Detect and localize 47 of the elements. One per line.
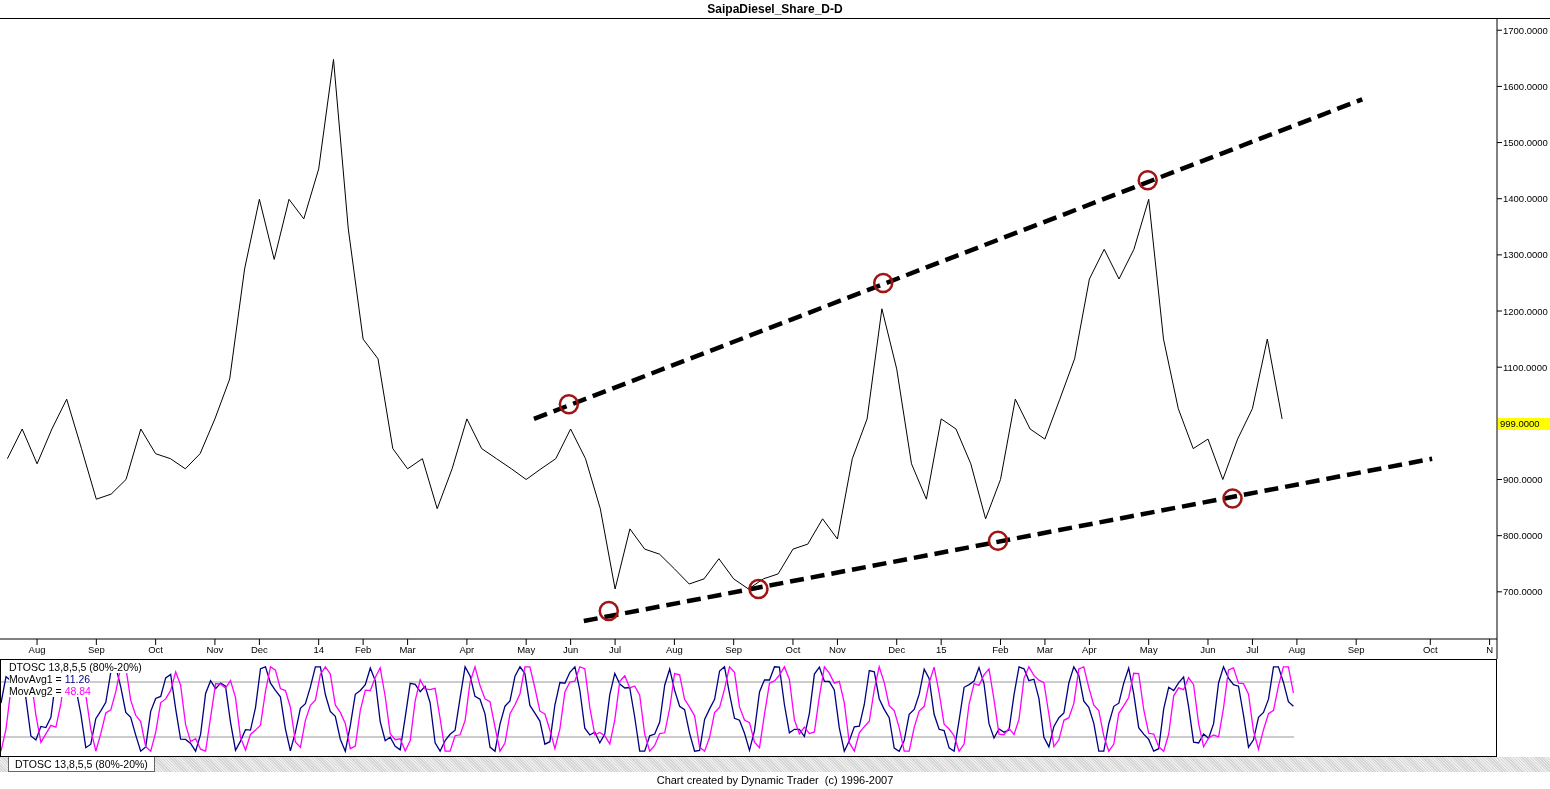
date-axis-label: 15: [935, 644, 947, 655]
date-axis-label: Dec: [888, 644, 906, 655]
footer-credit: Chart created by Dynamic Trader (c) 1996-2007: [656, 773, 894, 788]
legend-label: MovAvg2 =: [9, 685, 62, 697]
date-axis-label: Jul: [1246, 644, 1259, 655]
legend-value: 11.26: [64, 673, 91, 685]
date-axis-label: Feb: [354, 644, 372, 655]
price-axis-label: 1300.0000: [1503, 249, 1548, 261]
date-axis-label: Apr: [459, 644, 475, 655]
price-axis-label: 1500.0000: [1503, 137, 1548, 149]
date-axis-label: Jul: [609, 644, 622, 655]
date-axis-label: Sep: [725, 644, 743, 655]
date-axis-label: Sep: [1347, 644, 1365, 655]
price-axis-label: 800.0000: [1503, 530, 1543, 542]
date-axis-label: Oct: [148, 644, 163, 655]
price-axis-label: 1200.0000: [1503, 305, 1548, 317]
date-axis-label: 14: [313, 644, 324, 655]
date-axis-label: Nov: [829, 644, 846, 655]
date-axis-label: May: [517, 644, 536, 655]
date-axis-label: Mar: [1036, 644, 1054, 655]
date-axis-label: Aug: [28, 644, 46, 655]
date-axis-label: Feb: [992, 644, 1009, 655]
price-axis-label: 700.0000: [1503, 586, 1543, 598]
date-axis-label: Mar: [399, 644, 416, 655]
date-axis-label: May: [1139, 644, 1158, 655]
date-axis-label: Aug: [1288, 644, 1306, 655]
date-axis-label: Dec: [250, 644, 268, 655]
indicator-name: DTOSC 13,8,5,5 (80%-20%): [9, 661, 142, 673]
price-axis-label: 1600.0000: [1503, 80, 1548, 92]
date-axis-label: Sep: [87, 644, 105, 655]
indicator-tab[interactable]: DTOSC 13,8,5,5 (80%-20%): [8, 757, 155, 772]
price-axis-label: 900.0000: [1503, 474, 1543, 485]
price-axis-label: 1400.0000: [1503, 193, 1548, 205]
chart-title: SaipaDiesel_Share_D-D: [707, 1, 843, 18]
date-axis-label: Jun: [562, 644, 579, 655]
date-axis-label: Oct: [1422, 644, 1438, 655]
date-axis-label: Jun: [1200, 644, 1216, 655]
legend-label: MovAvg1 =: [9, 673, 62, 685]
price-axis-label: 1100.0000: [1503, 361, 1548, 373]
date-axis-label: Oct: [785, 644, 801, 655]
legend-value: 48.84: [64, 685, 91, 697]
current-price-label: 999.0000: [1498, 417, 1550, 430]
date-axis-label: Apr: [1082, 644, 1097, 655]
date-axis-label: Nov: [206, 644, 224, 655]
date-axis-label: Aug: [665, 644, 683, 655]
date-axis-label: N: [1486, 644, 1494, 655]
price-axis-label: 1700.0000: [1503, 24, 1548, 36]
